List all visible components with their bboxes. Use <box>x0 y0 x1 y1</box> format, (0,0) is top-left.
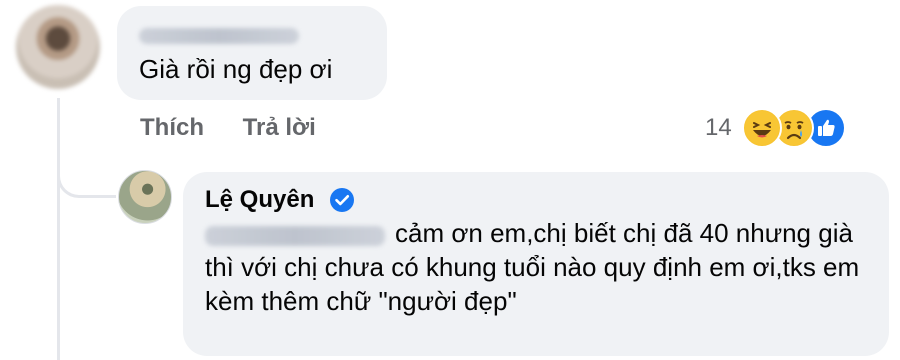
reply-comment-text: cảm ơn em,chị biết chị đã 40 nhưng già t… <box>205 216 865 318</box>
reply-author-name[interactable]: Lệ Quyên <box>205 186 314 214</box>
reply-comment-bubble: Lệ Quyên cảm ơn em,chị biết chị đã 40 nh… <box>183 172 889 356</box>
comment-actions: Thích Trả lời <box>140 114 348 142</box>
reply-comment-body: cảm ơn em,chị biết chị đã 40 nhưng già t… <box>205 218 860 316</box>
verified-badge-icon <box>330 188 354 212</box>
haha-icon <box>742 108 782 148</box>
top-comment-text: Già rồi ng đẹp ơi <box>139 54 333 84</box>
thread-connector <box>57 140 116 198</box>
reply-button[interactable]: Trả lời <box>243 114 316 141</box>
commenter-avatar[interactable] <box>16 5 100 89</box>
reaction-count[interactable]: 14 <box>705 114 732 142</box>
thread-line <box>57 98 60 360</box>
blurred-commenter-name[interactable] <box>139 28 299 44</box>
top-comment-bubble: Già rồi ng đẹp ơi <box>117 6 387 100</box>
like-button[interactable]: Thích <box>140 114 204 141</box>
replier-avatar[interactable] <box>118 170 172 224</box>
reaction-icons[interactable] <box>742 108 852 148</box>
